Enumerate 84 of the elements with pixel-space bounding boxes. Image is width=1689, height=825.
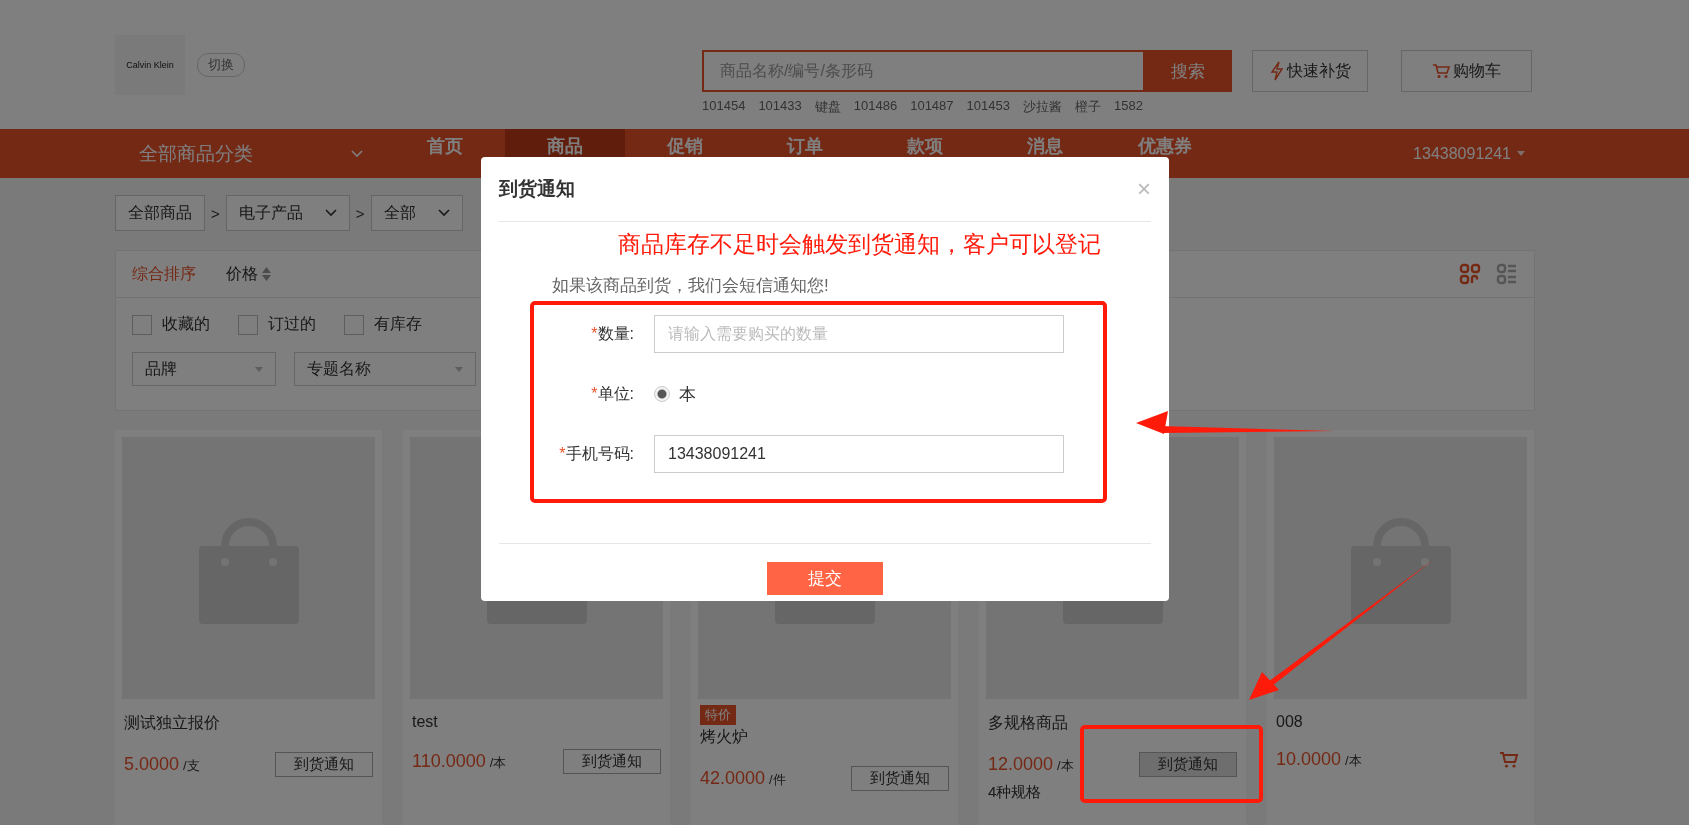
hot-word-link[interactable]: 沙拉酱	[1022, 98, 1062, 116]
product-price: 12.0000	[988, 754, 1054, 774]
breadcrumb-item[interactable]: 电子产品	[225, 195, 350, 231]
notify-button[interactable]: 到货通知	[1139, 752, 1237, 777]
spec-count: 4种规格	[988, 783, 1043, 802]
close-button[interactable]: ×	[1137, 175, 1151, 203]
promo-tag: 特价	[700, 705, 736, 725]
cart-button[interactable]: 购物车	[1401, 50, 1532, 92]
product-price: 110.0000	[412, 751, 486, 771]
dialog-message: 如果该商品到货，我们会短信通知您!	[551, 275, 830, 297]
caret-icon	[455, 366, 463, 372]
checkbox-label: 订过的	[268, 314, 316, 334]
product-name[interactable]: 烤火炉	[700, 727, 949, 748]
radio-label: 本	[679, 383, 696, 406]
category-label: 全部商品分类	[139, 141, 253, 166]
grid-view-icon[interactable]	[1459, 263, 1481, 285]
switch-button[interactable]: 切换	[197, 52, 245, 77]
hot-word-link[interactable]: 橙子	[1074, 98, 1101, 116]
hot-word-link[interactable]: 101486	[853, 98, 898, 116]
breadcrumb-separator: >	[355, 204, 365, 222]
product-name[interactable]: test	[412, 713, 661, 731]
breadcrumb-label: 全部商品	[128, 202, 192, 223]
lightning-icon	[1269, 61, 1284, 81]
product-unit: /本	[489, 755, 507, 770]
checkbox[interactable]	[344, 314, 364, 335]
select-placeholder: 品牌	[145, 358, 177, 379]
hot-word-link[interactable]: 键盘	[814, 98, 841, 116]
nav-tab[interactable]: 首页	[385, 129, 505, 178]
select-placeholder: 专题名称	[307, 358, 371, 379]
product-unit: /本	[1057, 758, 1074, 773]
product-name[interactable]: 008	[1276, 713, 1525, 731]
add-to-cart-icon[interactable]	[1499, 750, 1519, 769]
hot-word-link[interactable]: 101453	[966, 98, 1010, 116]
notify-button[interactable]: 到货通知	[563, 749, 661, 774]
breadcrumb-label: 电子产品	[238, 202, 303, 223]
quick-restock-button[interactable]: 快速补货	[1252, 50, 1368, 92]
breadcrumb-label: 全部	[383, 202, 416, 223]
sort-option[interactable]: 综合排序	[132, 263, 196, 285]
chevron-down-icon	[351, 149, 363, 158]
product-name[interactable]: 测试独立报价	[124, 713, 373, 734]
phone-field[interactable]: 13438091241	[654, 435, 1064, 473]
radio-button[interactable]	[654, 386, 670, 402]
cart-icon	[1432, 63, 1450, 79]
product-unit: /件	[769, 772, 786, 787]
logo[interactable]: Calvin Klein	[115, 34, 185, 95]
category-menu[interactable]: 全部商品分类	[115, 129, 385, 178]
field-label: 单位:	[597, 384, 634, 402]
notify-button[interactable]: 到货通知	[851, 766, 949, 791]
checkbox-label: 收藏的	[162, 314, 210, 334]
annotation-note: 商品库存不足时会触发到货通知，客户可以登记	[617, 230, 1102, 259]
submit-button[interactable]: 提交	[767, 562, 883, 595]
checkbox[interactable]	[238, 314, 258, 335]
product-card[interactable]: 008 10.0000 /本	[1267, 430, 1534, 825]
select-field[interactable]: 专题名称	[294, 352, 476, 386]
hot-word-link[interactable]: 101487	[910, 98, 954, 116]
checkbox-label: 有库存	[374, 314, 422, 334]
list-view-icon[interactable]	[1496, 263, 1518, 285]
product-name[interactable]: 多规格商品	[988, 713, 1237, 734]
breadcrumb-item[interactable]: 全部	[370, 195, 463, 231]
product-unit: /支	[183, 758, 200, 773]
required-mark: *	[591, 384, 598, 402]
checkbox[interactable]	[132, 314, 152, 335]
hot-word-link[interactable]: 1582	[1113, 98, 1143, 116]
search-button[interactable]: 搜索	[1143, 50, 1232, 92]
required-mark: *	[559, 444, 566, 462]
hot-word-link[interactable]: 101454	[702, 98, 746, 116]
field-label: 手机号码:	[565, 444, 634, 462]
product-price: 5.0000	[124, 754, 180, 774]
dialog-title: 到货通知	[499, 177, 575, 201]
hot-word-link[interactable]: 101433	[758, 98, 802, 116]
quantity-field[interactable]: 请输入需要购买的数量	[654, 315, 1064, 353]
notify-button[interactable]: 到货通知	[275, 752, 373, 777]
breadcrumb-item[interactable]: 全部商品	[115, 195, 205, 231]
field-label: 数量:	[597, 324, 634, 342]
caret-icon	[255, 366, 263, 372]
product-card[interactable]: 测试独立报价 5.0000 /支 到货通知	[115, 430, 382, 825]
select-field[interactable]: 品牌	[132, 352, 276, 386]
product-price: 42.0000	[700, 768, 766, 788]
product-unit: /本	[1345, 753, 1362, 768]
caret-icon	[1517, 151, 1525, 156]
breadcrumb-separator: >	[211, 204, 220, 222]
required-mark: *	[591, 324, 598, 342]
sort-option[interactable]: 价格	[226, 263, 271, 285]
product-price: 10.0000	[1276, 749, 1342, 769]
